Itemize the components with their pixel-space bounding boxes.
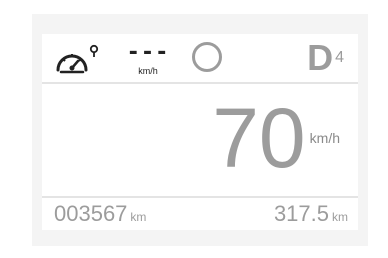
- set-speed-readout: --- km/h: [124, 42, 172, 78]
- trip-unit: km: [332, 210, 348, 224]
- instrument-cluster-frame: --- km/h D4 70 km/h 003567 km 317.5 km: [32, 14, 368, 246]
- odometer: 003567 km: [54, 202, 146, 226]
- ring-indicator-icon: [192, 42, 222, 72]
- divider: [42, 196, 358, 198]
- status-bar: --- km/h D4: [42, 34, 358, 82]
- set-speed-unit: km/h: [138, 66, 158, 76]
- driver-info-display: --- km/h D4 70 km/h 003567 km 317.5 km: [42, 34, 358, 230]
- odometer-unit: km: [130, 210, 147, 224]
- gear-number: 4: [335, 49, 344, 66]
- gear-letter: D: [307, 37, 334, 78]
- divider: [42, 82, 358, 84]
- speed-unit: km/h: [309, 130, 340, 146]
- gear-indicator: D4: [307, 38, 344, 78]
- current-speed: 70 km/h: [212, 86, 340, 196]
- trip-value: 317.5: [273, 201, 329, 226]
- cruise-control-icon: [56, 44, 99, 74]
- speed-value: 70: [212, 91, 306, 185]
- odometer-value: 003567: [54, 201, 128, 226]
- trip-meter: 317.5 km: [274, 202, 348, 226]
- set-speed-value: ---: [126, 40, 170, 65]
